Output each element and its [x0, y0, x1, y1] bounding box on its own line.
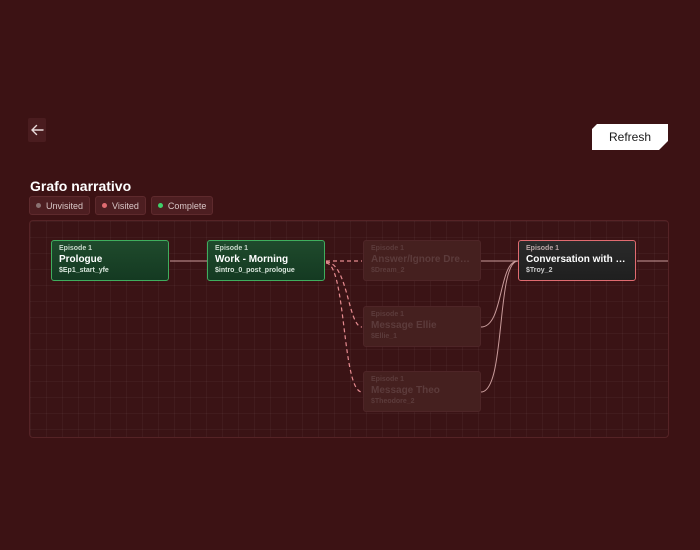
complete-dot-icon	[157, 203, 163, 208]
legend: Unvisited Visited Complete	[29, 196, 214, 215]
node-id: $Ellie_1	[371, 333, 398, 340]
unvisited-dot-icon	[36, 203, 41, 208]
node-id: $intro_0_post_prologue	[215, 267, 295, 274]
node-title: Conversation with T...	[526, 254, 628, 265]
node-conversation-with-troy[interactable]: Episode 1 Conversation with T... $Troy_2	[518, 240, 636, 281]
node-episode: Episode 1	[59, 245, 93, 252]
edge-theo-troy	[480, 260, 519, 393]
legend-label: Unvisited	[46, 200, 84, 211]
node-episode: Episode 1	[371, 311, 405, 318]
refresh-button[interactable]: Refresh	[592, 124, 668, 150]
node-work-morning[interactable]: Episode 1 Work - Morning $intro_0_post_p…	[207, 240, 325, 281]
arrow-left-icon	[31, 124, 44, 136]
node-episode: Episode 1	[215, 245, 249, 252]
page-title: Grafo narrativo	[30, 178, 132, 194]
node-episode: Episode 1	[371, 376, 405, 383]
legend-label: Complete	[167, 200, 207, 211]
node-prologue[interactable]: Episode 1 Prologue $Ep1_start_yfe	[51, 240, 169, 281]
node-id: $Dream_2	[371, 267, 405, 274]
visited-dot-icon	[102, 203, 108, 208]
node-answer-ignore-dream[interactable]: Episode 1 Answer/Ignore Dream $Dream_2	[363, 240, 481, 281]
node-title: Prologue	[59, 254, 103, 265]
node-message-ellie[interactable]: Episode 1 Message Ellie $Ellie_1	[363, 306, 481, 347]
legend-item-unvisited: Unvisited	[29, 196, 91, 215]
legend-item-visited: Visited	[95, 196, 146, 215]
edge-work-theo	[325, 262, 363, 393]
legend-item-complete: Complete	[150, 196, 214, 215]
node-message-theo[interactable]: Episode 1 Message Theo $Theodore_2	[363, 371, 481, 412]
node-title: Work - Morning	[215, 254, 289, 265]
back-button[interactable]	[28, 118, 46, 142]
node-episode: Episode 1	[526, 245, 560, 252]
node-title: Message Ellie	[371, 320, 437, 331]
edge-work-ellie	[325, 261, 363, 328]
node-id: $Theodore_2	[371, 398, 415, 405]
node-episode: Episode 1	[371, 245, 405, 252]
node-title: Answer/Ignore Dream	[371, 254, 473, 265]
node-title: Message Theo	[371, 385, 440, 396]
node-id: $Troy_2	[526, 267, 553, 274]
legend-label: Visited	[112, 200, 139, 211]
edge-ellie-troy	[480, 260, 519, 328]
graph-canvas[interactable]: Episode 1 Prologue $Ep1_start_yfe Episod…	[29, 220, 669, 438]
node-id: $Ep1_start_yfe	[59, 267, 109, 274]
